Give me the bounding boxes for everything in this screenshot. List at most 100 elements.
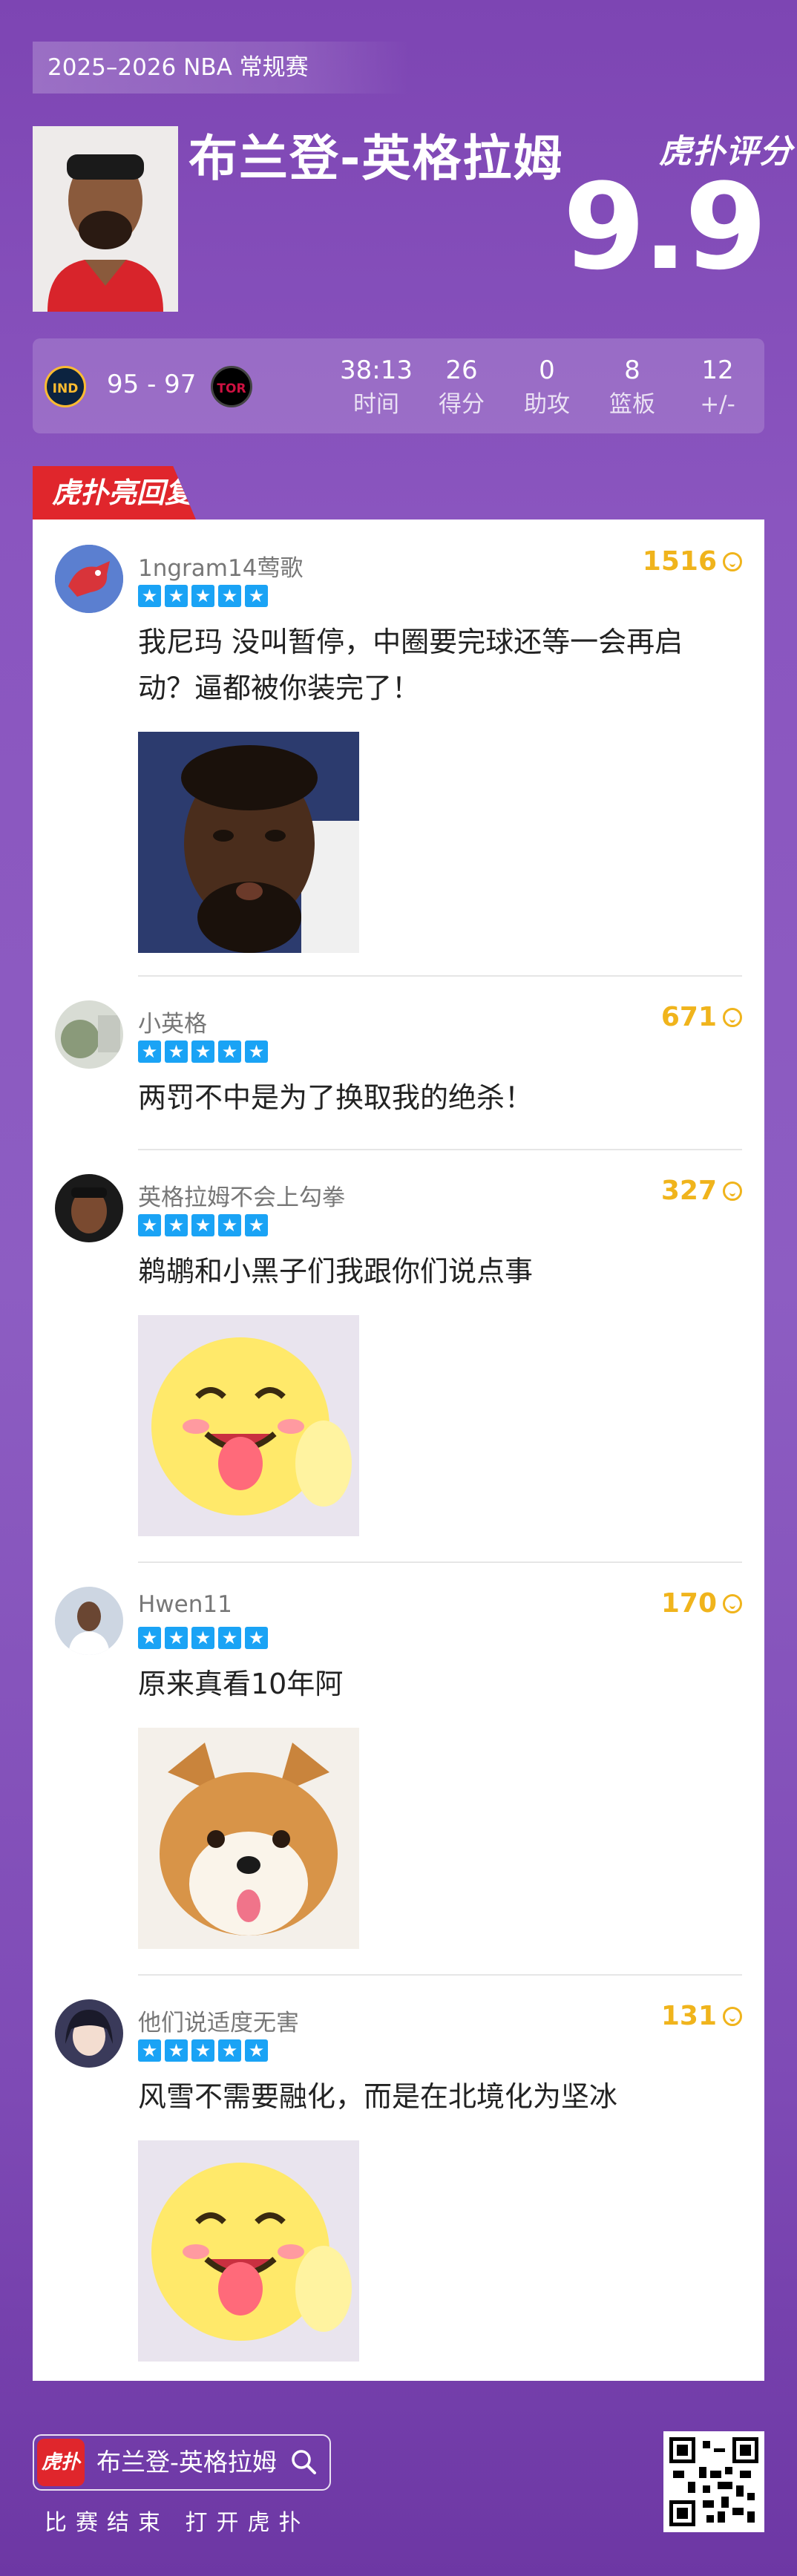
star-rating: ★ ★ ★ ★ ★: [138, 2039, 268, 2062]
lightbulb-icon: [723, 551, 742, 571]
avatar[interactable]: [55, 1587, 123, 1655]
stat-assists: 0 助攻: [506, 353, 588, 422]
star-icon: ★: [245, 1040, 268, 1063]
star-icon: ★: [191, 1040, 214, 1063]
home-team-abbr: IND: [52, 381, 79, 396]
stat-value: 12: [701, 355, 734, 385]
avatar[interactable]: [55, 1000, 123, 1069]
star-icon: ★: [165, 1214, 188, 1236]
stat-label: +/-: [700, 391, 735, 418]
star-icon: ★: [138, 585, 161, 607]
away-team-abbr: TOR: [217, 381, 246, 396]
pacers-logo-icon: IND: [45, 366, 86, 407]
stat-label: 得分: [439, 391, 485, 418]
username[interactable]: Hwen11: [138, 1591, 232, 1618]
star-icon: ★: [165, 1627, 188, 1649]
star-icon: ★: [218, 1627, 241, 1649]
star-icon: ★: [245, 2039, 268, 2062]
star-icon: ★: [191, 1627, 214, 1649]
search-text: 布兰登-英格拉姆: [96, 2448, 277, 2477]
likes-value: 131: [660, 2001, 717, 2031]
likes-count[interactable]: 671: [661, 1002, 742, 1032]
likes-count[interactable]: 170: [661, 1588, 742, 1619]
avatar[interactable]: [55, 545, 123, 613]
star-icon: ★: [165, 1040, 188, 1063]
season-tag: 2025–2026 NBA 常规赛: [33, 42, 410, 94]
star-icon: ★: [245, 585, 268, 607]
player-rating: 9.9: [563, 157, 767, 296]
stat-label: 篮板: [609, 391, 655, 418]
divider: [138, 975, 742, 977]
star-icon: ★: [218, 585, 241, 607]
username[interactable]: 英格拉姆不会上勾拳: [138, 1179, 345, 1212]
hupu-app-icon: 虎扑: [37, 2439, 85, 2486]
comment-image[interactable]: [138, 1728, 359, 1949]
star-icon: ★: [218, 2039, 241, 2062]
stat-plus-minus: 12 +/-: [677, 353, 758, 422]
comment-text: 鹈鹕和小黑子们我跟你们说点事: [138, 1255, 534, 1288]
stat-value: 38:13: [340, 355, 413, 385]
star-rating: ★ ★ ★ ★ ★: [138, 1214, 268, 1236]
search-icon: [292, 2450, 316, 2474]
likes-count[interactable]: 327: [661, 1176, 742, 1206]
player-photo: [33, 126, 178, 312]
stat-minutes: 38:13 时间: [335, 353, 417, 422]
star-icon: ★: [165, 585, 188, 607]
stat-rebounds: 8 篮板: [591, 353, 673, 422]
season-label: 2025–2026 NBA 常规赛: [47, 54, 309, 81]
star-icon: ★: [165, 2039, 188, 2062]
likes-value: 170: [660, 1588, 717, 1619]
star-rating: ★ ★ ★ ★ ★: [138, 1627, 268, 1649]
comment-image[interactable]: [138, 732, 359, 953]
lightbulb-icon: [723, 2006, 742, 2026]
stat-label: 时间: [353, 391, 399, 418]
star-icon: ★: [191, 585, 214, 607]
comment-image[interactable]: [138, 1315, 359, 1536]
comment-image[interactable]: [138, 2140, 359, 2362]
stat-value: 0: [539, 355, 555, 385]
star-icon: ★: [138, 1040, 161, 1063]
star-icon: ★: [191, 2039, 214, 2062]
game-score: 95 - 97: [107, 370, 197, 399]
star-icon: ★: [245, 1627, 268, 1649]
likes-count[interactable]: 131: [661, 2001, 742, 2031]
star-icon: ★: [191, 1214, 214, 1236]
star-icon: ★: [218, 1214, 241, 1236]
lightbulb-icon: [723, 1181, 742, 1201]
likes-value: 327: [660, 1176, 717, 1206]
star-rating: ★ ★ ★ ★ ★: [138, 1040, 268, 1063]
username[interactable]: 1ngram14莺歌: [138, 549, 303, 583]
footer-slogan: 比赛结束 打开虎扑: [45, 2510, 310, 2536]
comment-text: 风雪不需要融化，而是在北境化为坚冰: [138, 2080, 618, 2113]
star-icon: ★: [138, 1627, 161, 1649]
comment-text: 两罚不中是为了换取我的绝杀！: [138, 1081, 534, 1114]
divider: [138, 1561, 742, 1563]
game-stats-bar: IND 95 - 97 TOR 38:13 时间 26 得分 0 助攻 8 篮板…: [33, 338, 764, 433]
avatar[interactable]: [55, 1174, 123, 1242]
likes-count[interactable]: 1516: [643, 546, 742, 577]
qr-code[interactable]: [663, 2431, 764, 2532]
stat-value: 8: [624, 355, 640, 385]
avatar[interactable]: [55, 1999, 123, 2068]
lightbulb-icon: [723, 1593, 742, 1613]
likes-value: 671: [660, 1002, 717, 1032]
hot-replies-tab: 虎扑亮回复: [33, 466, 196, 520]
comment-text: 原来真看10年阿: [138, 1668, 344, 1700]
search-bar[interactable]: 虎扑 布兰登-英格拉姆: [33, 2434, 331, 2491]
lightbulb-icon: [723, 1007, 742, 1027]
star-icon: ★: [138, 2039, 161, 2062]
star-icon: ★: [218, 1040, 241, 1063]
stat-value: 26: [445, 355, 478, 385]
divider: [138, 1149, 742, 1150]
raptors-logo-icon: TOR: [211, 366, 252, 407]
divider: [138, 1974, 742, 1976]
star-icon: ★: [138, 1214, 161, 1236]
stat-points: 26 得分: [421, 353, 502, 422]
likes-value: 1516: [642, 546, 717, 577]
comments-panel: 1ngram14莺歌 ★ ★ ★ ★ ★ 1516 我尼玛 没叫暂停，中圈要完球还等一会…: [33, 520, 764, 2381]
username[interactable]: 他们说适度无害: [138, 2004, 299, 2037]
username[interactable]: 小英格: [138, 1005, 207, 1038]
comment-text: 我尼玛 没叫暂停，中圈要完球还等一会再启动？逼都被你装完了！: [138, 626, 683, 704]
player-name: 布兰登-英格拉姆: [188, 130, 564, 187]
star-icon: ★: [245, 1214, 268, 1236]
